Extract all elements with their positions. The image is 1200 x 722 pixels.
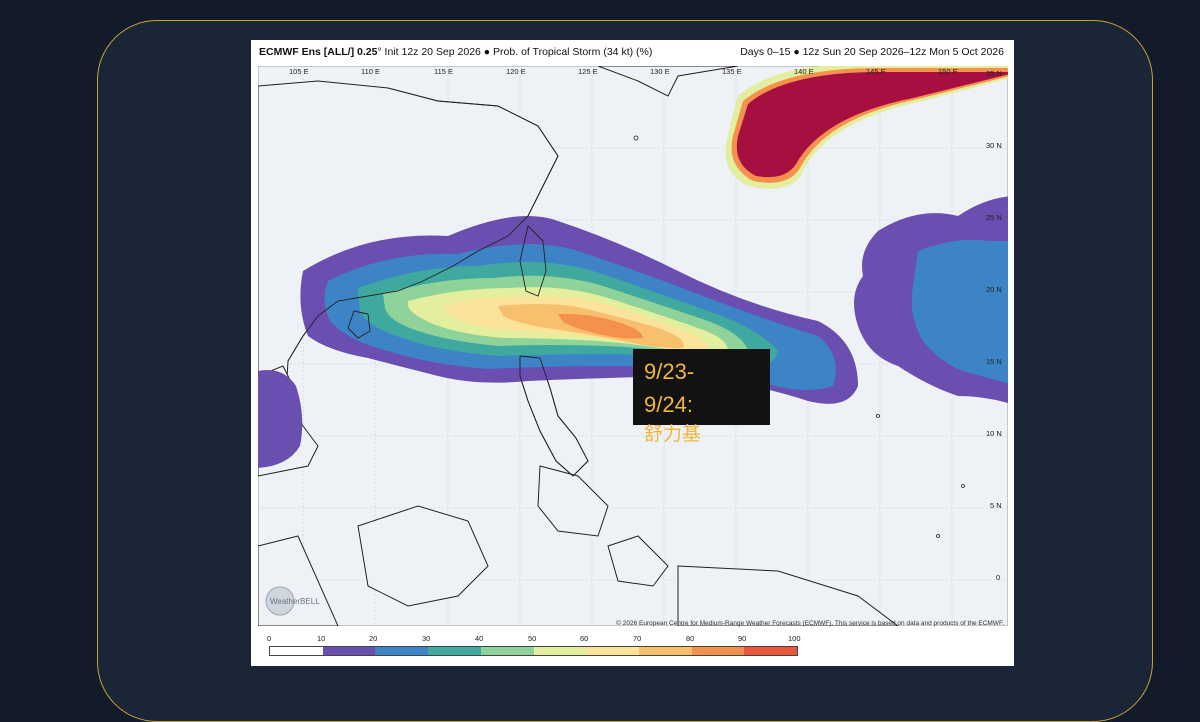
watermark-text: WeatherBELL <box>270 597 320 606</box>
colorbar-segment <box>270 647 323 655</box>
colorbar-segment <box>586 647 639 655</box>
probability-map: 105 E 110 E 115 E 120 E 125 E 130 E 135 … <box>258 66 1008 626</box>
colorbar-tick: 0 <box>267 634 272 643</box>
probability-colorbar <box>269 646 798 656</box>
colorbar-tick: 20 <box>369 634 378 643</box>
colorbar-segment <box>375 647 429 655</box>
colorbar-segment <box>691 647 745 655</box>
lat-label: 10 N <box>986 429 1002 438</box>
colorbar-tick: 50 <box>528 634 537 643</box>
valid-range: Days 0–15 ● 12z Sun 20 Sep 2026–12z Mon … <box>740 46 1004 58</box>
lon-label: 140 E <box>794 67 814 76</box>
colorbar-tick: 100 <box>788 634 801 643</box>
lon-label: 150 E <box>938 67 958 76</box>
colorbar-segment <box>322 647 376 655</box>
callout-line-1: 9/23- <box>644 359 695 384</box>
model-name: ECMWF Ens [ALL/] 0.25 <box>259 46 378 58</box>
lon-label: 145 E <box>866 67 886 76</box>
lat-label: 5 N <box>990 501 1002 510</box>
colorbar-segment <box>480 647 534 655</box>
credit-line: © 2026 European Centre for Medium-Range … <box>616 620 1004 627</box>
lat-label: 20 N <box>986 285 1002 294</box>
lon-label: 135 E <box>722 67 742 76</box>
colorbar-tick: 30 <box>422 634 431 643</box>
lon-label: 120 E <box>506 67 526 76</box>
lon-label: 130 E <box>650 67 670 76</box>
lon-label: 125 E <box>578 67 598 76</box>
colorbar-tick: 60 <box>580 634 589 643</box>
init-info: ° Init 12z 20 Sep 2026 ● Prob. of Tropic… <box>377 46 653 58</box>
colorbar-tick: 90 <box>738 634 747 643</box>
colorbar-segment <box>533 647 587 655</box>
colorbar-tick: 70 <box>633 634 642 643</box>
lat-label: 35 N <box>986 69 1002 78</box>
colorbar-segment <box>744 647 798 655</box>
callout-storm-name: 舒力基 <box>644 423 702 445</box>
lon-label: 115 E <box>434 67 453 76</box>
lon-label: 110 E <box>361 67 380 76</box>
lon-label: 105 E <box>289 67 309 76</box>
colorbar-tick: 80 <box>686 634 695 643</box>
lat-label: 30 N <box>986 141 1002 150</box>
lat-label: 25 N <box>986 213 1002 222</box>
lat-label: 0 <box>996 573 1000 582</box>
colorbar-segment <box>428 647 481 655</box>
lat-label: 15 N <box>986 357 1002 366</box>
colorbar-segment <box>638 647 692 655</box>
colorbar-tick: 40 <box>475 634 484 643</box>
map-title: ECMWF Ens [ALL/] 0.25° Init 12z 20 Sep 2… <box>259 46 652 58</box>
colorbar-tick: 10 <box>317 634 326 643</box>
callout-line-2: 9/24: <box>644 392 693 417</box>
